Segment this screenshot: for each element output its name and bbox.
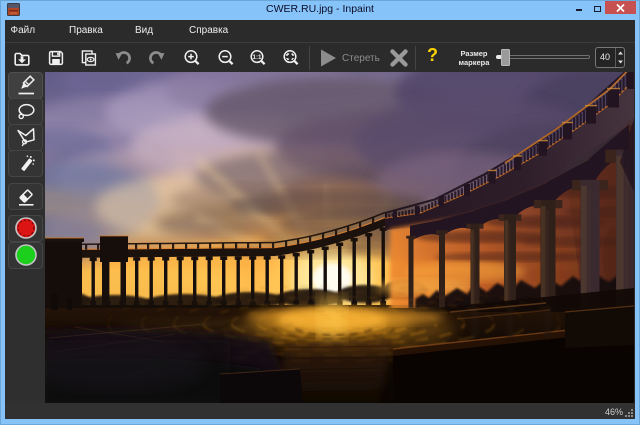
svg-text:1:1: 1:1 xyxy=(253,54,263,61)
